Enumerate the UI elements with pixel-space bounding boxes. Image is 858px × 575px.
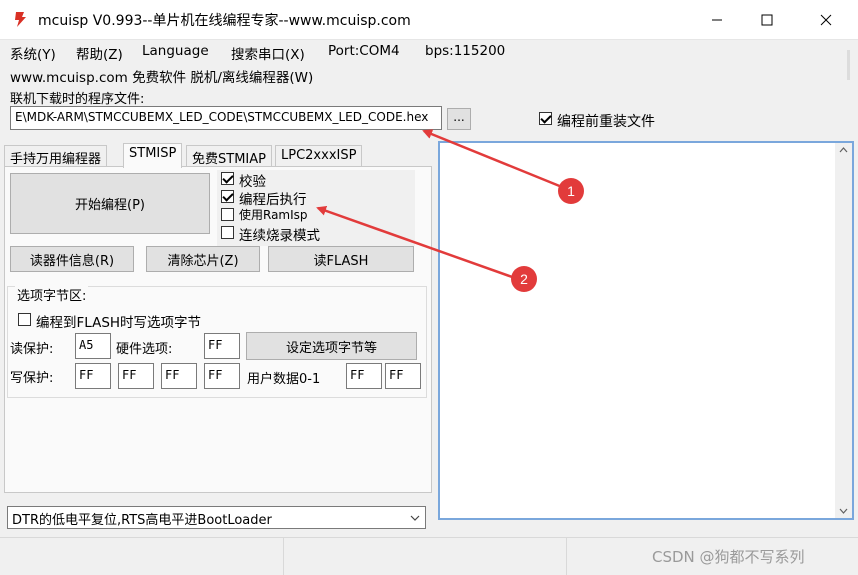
log-scrollbar[interactable]	[835, 143, 852, 518]
read-info-button[interactable]: 读器件信息(R)	[10, 246, 134, 272]
write-option-bytes-checkbox[interactable]	[18, 313, 31, 326]
close-button[interactable]	[803, 0, 849, 40]
reload-file-checkbox[interactable]	[539, 112, 552, 125]
read-flash-button[interactable]: 读FLASH	[268, 246, 414, 272]
tab-lpc2xxx[interactable]: LPC2xxxISP	[275, 145, 363, 167]
option-bytes-title: 选项字节区:	[15, 285, 89, 304]
run-after-program-checkbox[interactable]	[221, 190, 234, 203]
scroll-up-icon[interactable]	[839, 147, 848, 153]
tab-stmisp[interactable]: STMISP	[123, 143, 183, 168]
scroll-down-icon[interactable]	[839, 508, 848, 514]
app-icon	[15, 12, 26, 27]
menu-search-port[interactable]: 搜索串口(X)	[231, 43, 305, 63]
write-protect-input-0[interactable]: FF	[75, 363, 111, 389]
write-protect-label: 写保护:	[10, 371, 54, 386]
hw-option-input[interactable]: FF	[204, 333, 240, 359]
menu-system[interactable]: 系统(Y)	[10, 43, 56, 63]
erase-chip-button[interactable]: 清除芯片(Z)	[146, 246, 260, 272]
close-icon	[820, 14, 832, 26]
chevron-down-icon[interactable]	[405, 507, 425, 528]
file-path-text: E\MDK-ARM\STMCCUBEMX_LED_CODE\STMCCUBEMX…	[15, 110, 429, 124]
minimize-icon	[712, 19, 722, 21]
menu-port[interactable]: Port:COM4	[328, 43, 400, 59]
log-output[interactable]	[438, 141, 854, 520]
boot-mode-select[interactable]: DTR的低电平复位,RTS高电平进BootLoader	[7, 506, 426, 529]
write-protect-input-3[interactable]: FF	[204, 363, 240, 389]
run-after-program-label: 编程后执行	[239, 192, 307, 208]
reload-file-label: 编程前重装文件	[557, 114, 655, 130]
user-data-input-1[interactable]: FF	[385, 363, 421, 389]
verify-checkbox[interactable]	[221, 172, 234, 185]
menu-bps[interactable]: bps:115200	[425, 43, 505, 59]
user-data-input-0[interactable]: FF	[346, 363, 382, 389]
right-edge-strip	[840, 50, 857, 80]
write-option-bytes-label: 编程到FLASH时写选项字节	[36, 315, 202, 331]
user-data-label: 用户数据0-1	[247, 372, 321, 387]
menu-offline-programmer[interactable]: www.mcuisp.com 免费软件 脱机/离线编程器(W)	[10, 66, 313, 86]
boot-mode-value: DTR的低电平复位,RTS高电平进BootLoader	[12, 513, 272, 528]
file-path-input[interactable]: E\MDK-ARM\STMCCUBEMX_LED_CODE\STMCCUBEMX…	[10, 106, 442, 130]
start-program-button[interactable]: 开始编程(P)	[10, 173, 210, 234]
status-separator	[283, 538, 284, 575]
tab-stmiap[interactable]: 免费STMIAP	[186, 145, 272, 167]
use-ramisp-checkbox[interactable]	[221, 208, 234, 221]
write-protect-input-2[interactable]: FF	[161, 363, 197, 389]
continuous-mode-checkbox[interactable]	[221, 226, 234, 239]
verify-label: 校验	[239, 174, 266, 190]
menu-help[interactable]: 帮助(Z)	[76, 43, 123, 63]
tab-handheld[interactable]: 手持万用编程器	[4, 145, 108, 167]
window-title: mcuisp V0.993--单片机在线编程专家--www.mcuisp.com	[38, 13, 411, 29]
file-label: 联机下载时的程序文件:	[10, 92, 145, 107]
browse-button[interactable]: ...	[447, 108, 471, 130]
maximize-button[interactable]	[744, 0, 790, 40]
menu-bar: 系统(Y) 帮助(Z) Language 搜索串口(X) Port:COM4 b…	[0, 41, 858, 63]
write-protect-input-1[interactable]: FF	[118, 363, 154, 389]
hw-option-label: 硬件选项:	[116, 342, 173, 357]
use-ramisp-label: 使用RamIsp	[239, 208, 308, 222]
status-separator	[566, 538, 567, 575]
read-protect-input[interactable]: A5	[75, 333, 111, 359]
continuous-mode-label: 连续烧录模式	[239, 228, 320, 244]
set-option-bytes-button[interactable]: 设定选项字节等	[246, 332, 417, 360]
menu-language[interactable]: Language	[142, 43, 209, 59]
maximize-icon	[761, 14, 773, 26]
watermark: CSDN @狗都不写系列	[652, 548, 805, 566]
minimize-button[interactable]	[694, 0, 740, 40]
title-bar: mcuisp V0.993--单片机在线编程专家--www.mcuisp.com	[0, 0, 858, 40]
read-protect-label: 读保护:	[10, 342, 54, 357]
